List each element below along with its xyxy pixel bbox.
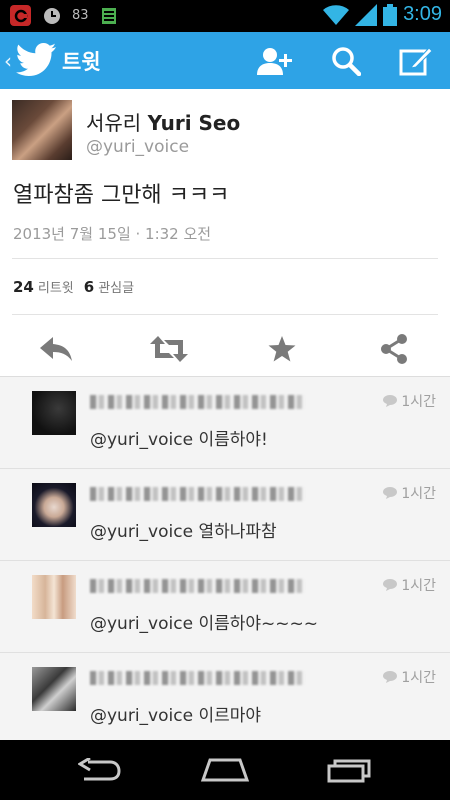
- speech-bubble-icon: [383, 671, 398, 683]
- search-icon: [332, 47, 361, 76]
- add-user-icon: [257, 48, 292, 75]
- display-name-ko: 서유리: [86, 111, 142, 135]
- status-bar: 83 3:09: [0, 0, 450, 32]
- reply-author-name-blurred: [90, 395, 305, 409]
- tweet-text: 열파참좀 그만해 ㅋㅋㅋ: [13, 183, 230, 208]
- list-icon: [99, 5, 120, 26]
- status-clock: 3:09: [403, 3, 442, 25]
- avatar[interactable]: [12, 100, 72, 160]
- clock-icon: [41, 5, 62, 26]
- speech-bubble-icon: [383, 579, 398, 591]
- back-arrow-icon: [78, 758, 121, 781]
- retweet-button[interactable]: [139, 323, 199, 375]
- signal-icon: [355, 3, 378, 26]
- reply-list: 1시간 @yuri_voice 이름하야! 1시간 @yuri_voice 열하…: [0, 376, 450, 740]
- display-name[interactable]: 서유리 Yuri Seo: [86, 107, 240, 136]
- speech-bubble-icon: [383, 487, 398, 499]
- tweet-date: 2013년 7월 15일 · 1:32 오전: [13, 225, 212, 243]
- speech-bubble-icon: [383, 395, 398, 407]
- recent-apps-icon: [327, 759, 371, 783]
- reply-text: @yuri_voice 열하나파참: [90, 522, 277, 542]
- avatar[interactable]: [32, 391, 76, 435]
- reply-item[interactable]: 1시간 @yuri_voice 열하나파참: [0, 469, 450, 561]
- avatar[interactable]: [32, 483, 76, 527]
- battery-icon: [383, 3, 398, 26]
- back-chevron-icon[interactable]: ‹: [4, 49, 12, 73]
- reply-time: 1시간: [383, 391, 436, 411]
- reply-author-name-blurred: [90, 579, 305, 593]
- reply-time: 1시간: [383, 667, 436, 687]
- add-user-button[interactable]: [255, 42, 295, 80]
- compose-icon: [399, 47, 433, 76]
- reply-text: @yuri_voice 이름하야~~~~: [90, 614, 318, 634]
- home-button[interactable]: [195, 752, 255, 788]
- reply-text: @yuri_voice 이르마야: [90, 706, 262, 726]
- wifi-icon: [323, 4, 350, 25]
- avatar[interactable]: [32, 667, 76, 711]
- app-notification-icon: [10, 5, 31, 26]
- navigation-bar: [0, 740, 450, 800]
- search-button[interactable]: [326, 42, 366, 80]
- display-name-en: Yuri Seo: [147, 111, 241, 135]
- battery-level-text: 83: [72, 8, 89, 23]
- retweet-stat[interactable]: 24 리트윗: [13, 277, 74, 296]
- share-icon: [381, 334, 407, 364]
- avatar[interactable]: [32, 575, 76, 619]
- reply-time: 1시간: [383, 575, 436, 595]
- share-button[interactable]: [364, 323, 424, 375]
- compose-button[interactable]: [396, 42, 436, 80]
- tweet-stats: 24 리트윗 6 관심글: [13, 277, 134, 296]
- divider: [12, 314, 438, 315]
- star-icon: [268, 336, 296, 362]
- back-button[interactable]: [70, 752, 130, 788]
- reply-icon: [40, 337, 72, 361]
- home-icon: [200, 758, 250, 782]
- user-handle[interactable]: @yuri_voice: [86, 137, 189, 157]
- recent-apps-button[interactable]: [320, 752, 380, 788]
- reply-item[interactable]: 1시간 @yuri_voice 이르마야: [0, 653, 450, 740]
- retweet-icon: [150, 336, 188, 362]
- page-title: 트윗: [62, 50, 101, 74]
- reply-item[interactable]: 1시간 @yuri_voice 이름하야~~~~: [0, 561, 450, 653]
- reply-button[interactable]: [26, 323, 86, 375]
- reply-author-name-blurred: [90, 487, 305, 501]
- action-bar: ‹ 트윗: [0, 32, 450, 89]
- twitter-bird-icon[interactable]: [16, 43, 56, 77]
- reply-author-name-blurred: [90, 671, 305, 685]
- reply-item[interactable]: 1시간 @yuri_voice 이름하야!: [0, 377, 450, 469]
- reply-text: @yuri_voice 이름하야!: [90, 430, 268, 450]
- reply-time: 1시간: [383, 483, 436, 503]
- favorite-stat[interactable]: 6 관심글: [84, 277, 134, 296]
- tweet-actions: [0, 323, 450, 375]
- favorite-button[interactable]: [252, 323, 312, 375]
- divider: [12, 258, 438, 259]
